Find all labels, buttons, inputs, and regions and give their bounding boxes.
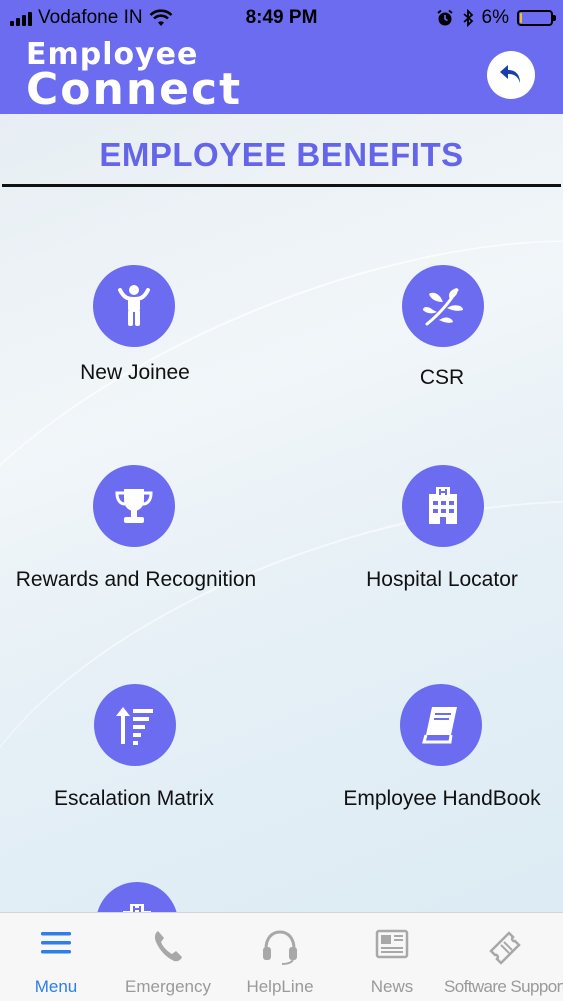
tile-partial[interactable] — [0, 882, 280, 912]
phone-icon — [154, 931, 182, 962]
tile-label: Employee HandBook — [343, 787, 541, 810]
partial-icon-circle — [96, 882, 178, 912]
status-bar: Vodafone IN 8:49 PM 6% — [0, 0, 563, 36]
content-area: EMPLOYEE BENEFITS New Joinee CSR Rewards… — [0, 114, 563, 912]
book-icon — [422, 707, 457, 744]
app-logo: Employee Connect — [26, 40, 242, 112]
leaf-icon — [423, 288, 463, 326]
app-header: Employee Connect — [0, 36, 563, 114]
battery-level — [520, 13, 522, 23]
hospital-icon-circle — [402, 465, 484, 547]
tab-emergency[interactable]: Emergency — [112, 913, 224, 1001]
handbook-icon-circle — [400, 684, 482, 766]
ticket-icon — [488, 931, 521, 965]
undo-arrow-icon — [500, 65, 520, 83]
rewards-icon-circle — [93, 465, 175, 547]
hospital-icon — [429, 487, 457, 524]
tab-software-support[interactable]: Software Support — [444, 913, 563, 1001]
headset-icon — [263, 930, 297, 965]
tab-bar: Menu Emergency HelpLine News Software Su… — [0, 912, 563, 1001]
tile-label: Escalation Matrix — [54, 787, 214, 810]
title-divider — [2, 184, 561, 187]
tile-escalation-matrix[interactable]: Escalation Matrix — [0, 684, 280, 811]
tab-label: Software Support — [444, 977, 563, 996]
alarm-icon — [436, 9, 453, 26]
newspaper-icon — [375, 929, 409, 959]
escalation-icon — [116, 707, 153, 745]
tab-news[interactable]: News — [336, 913, 448, 1001]
tab-menu[interactable]: Menu — [0, 913, 112, 1001]
tile-label: Rewards and Recognition — [15, 568, 257, 591]
csr-icon-circle — [402, 265, 484, 347]
hospital-icon — [123, 904, 151, 912]
tile-hospital-locator[interactable]: Hospital Locator — [302, 465, 563, 592]
tile-label: CSR — [419, 366, 465, 389]
tile-label: Hospital Locator — [366, 568, 518, 591]
escalation-icon-circle — [94, 684, 176, 766]
tile-csr[interactable]: CSR — [302, 265, 563, 390]
trophy-icon — [115, 489, 153, 523]
tile-employee-handbook[interactable]: Employee HandBook — [302, 684, 563, 811]
logo-line2: Connect — [26, 64, 243, 115]
new-joinee-icon-circle — [93, 265, 175, 347]
tile-new-joinee[interactable]: New Joinee — [0, 265, 280, 385]
tab-label: News — [370, 977, 414, 996]
page-title: EMPLOYEE BENEFITS — [99, 136, 464, 173]
tile-label: New Joinee — [80, 361, 190, 384]
person-icon — [118, 285, 150, 326]
back-button[interactable] — [487, 51, 535, 99]
menu-icon — [41, 932, 71, 954]
battery-percent: 6% — [481, 7, 509, 28]
tile-rewards-and-recognition[interactable]: Rewards and Recognition — [0, 465, 280, 592]
bluetooth-icon — [462, 9, 473, 27]
status-right: 6% — [436, 7, 556, 29]
tab-helpline[interactable]: HelpLine — [224, 913, 336, 1001]
battery-icon — [517, 10, 556, 26]
